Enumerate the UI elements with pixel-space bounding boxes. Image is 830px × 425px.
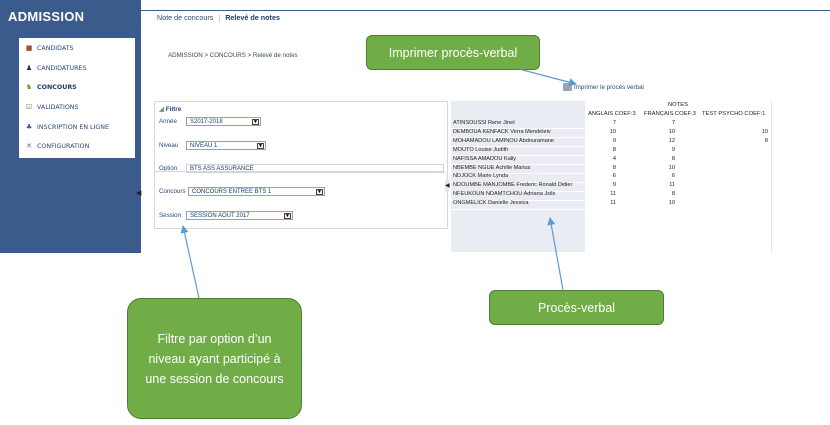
arrow-to-filter [180,225,200,299]
callout-arrows [180,68,577,299]
arrow-to-print-link [518,68,577,87]
arrow-to-grid [547,217,564,291]
